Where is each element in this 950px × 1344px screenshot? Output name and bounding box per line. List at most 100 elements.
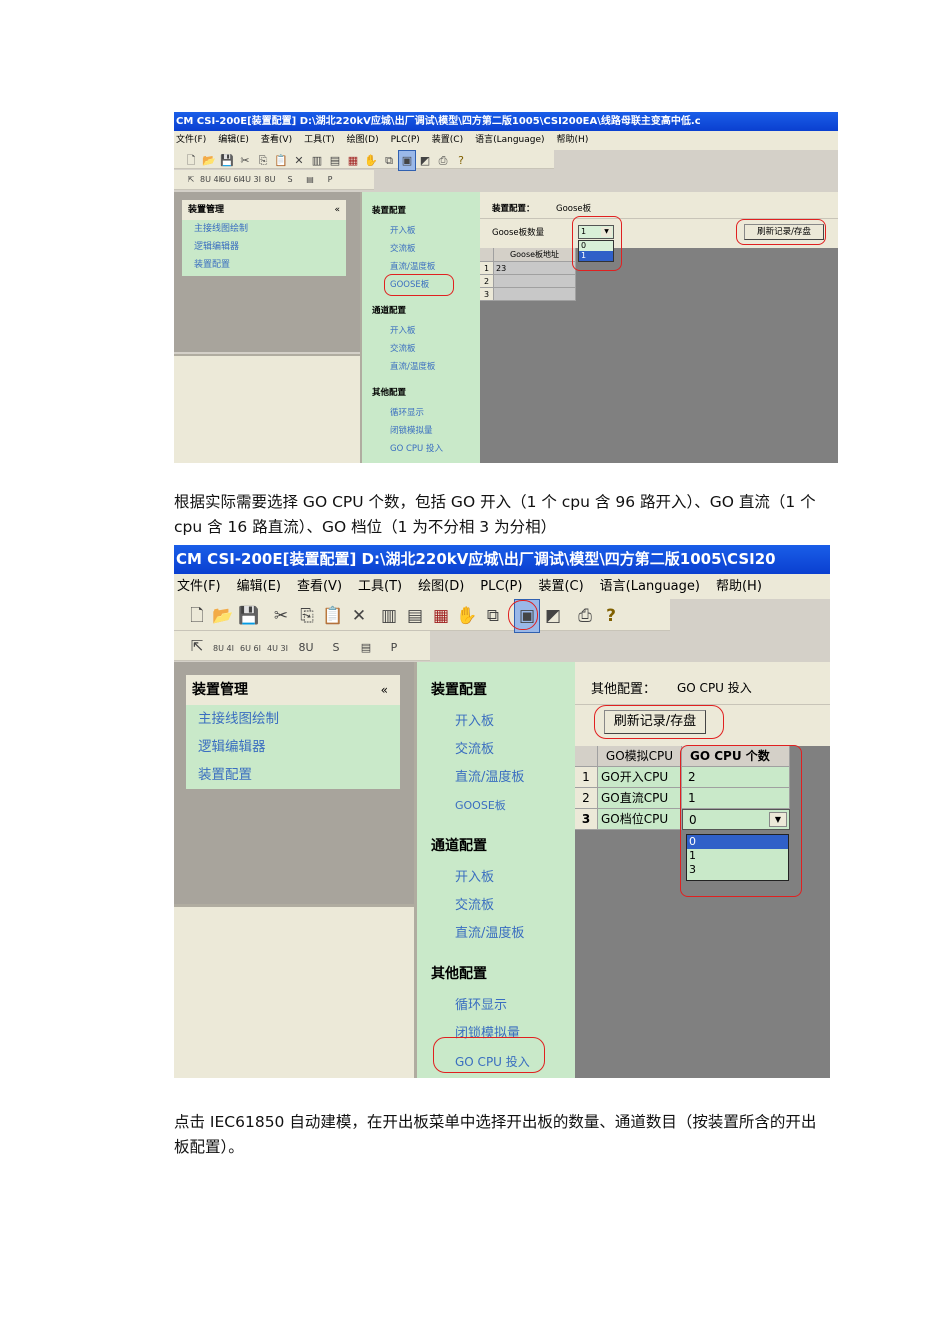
cut-icon[interactable]: ✂ [236, 151, 254, 170]
pointer-icon[interactable]: ⇱ [182, 170, 200, 190]
goose-address-cell[interactable] [494, 275, 576, 288]
tool-8u4i[interactable]: 8U 4I [200, 170, 221, 190]
help-icon[interactable]: ? [452, 151, 470, 170]
item-logic-editor[interactable]: 逻辑编辑器 [198, 733, 400, 761]
nav-item[interactable]: 闭锁模拟量 [372, 422, 480, 440]
nav-item[interactable]: 直流/温度板 [431, 764, 575, 792]
chart-icon[interactable]: ◩ [416, 151, 434, 170]
open-icon[interactable]: 📂 [200, 151, 218, 170]
nav-item[interactable]: 循环显示 [431, 992, 575, 1020]
device-management-header[interactable]: 装置管理 « [186, 675, 400, 705]
nav-item[interactable]: 开入板 [431, 864, 575, 892]
toolbar-secondary: ⇱8U 4I6U 6I4U 3I8US▤P [174, 170, 374, 190]
menu-draw[interactable]: 绘图(D) [347, 131, 379, 150]
iec61850-model-icon[interactable]: ⧉ [380, 151, 398, 170]
tool-8u[interactable]: 8U [260, 170, 280, 190]
tool-4u3i[interactable]: 4U 3I [264, 634, 291, 664]
menu-plc[interactable]: PLC(P) [391, 131, 420, 150]
tool-8u[interactable]: 8U [291, 633, 321, 663]
open-icon[interactable]: 📂 [210, 600, 236, 632]
row-number: 3 [575, 809, 598, 830]
new-icon[interactable]: 🗋 [182, 151, 200, 170]
collapse-icon[interactable]: « [381, 675, 388, 705]
screenshot-go-cpu-config: CM CSI-200E[装置配置] D:\湖北220kV应城\出厂调试\模型\四… [174, 545, 830, 1078]
nav-item[interactable]: 循环显示 [372, 404, 480, 422]
nav-item[interactable]: 交流板 [372, 340, 480, 358]
menu-edit[interactable]: 编辑(E) [237, 574, 281, 599]
menu-tools[interactable]: 工具(T) [358, 574, 402, 599]
save-icon[interactable]: 💾 [236, 600, 262, 632]
menu-view[interactable]: 查看(V) [297, 574, 342, 599]
save-icon[interactable]: 💾 [218, 151, 236, 170]
menu-language[interactable]: 语言(Language) [600, 574, 700, 599]
tool-s[interactable]: S [280, 170, 300, 190]
nav-item[interactable]: 开入板 [372, 322, 480, 340]
tool-list[interactable]: ▤ [300, 170, 320, 190]
item-device-config[interactable]: 装置配置 [198, 761, 400, 789]
menu-view[interactable]: 查看(V) [261, 131, 292, 150]
cut-icon[interactable]: ✂ [268, 600, 294, 632]
nav-item[interactable]: 直流/温度板 [372, 358, 480, 376]
item-main-wiring[interactable]: 主接线图绘制 [198, 705, 400, 733]
tool-8u4i[interactable]: 8U 4I [210, 634, 237, 664]
print-icon[interactable]: ⎙ [572, 600, 598, 632]
goose-address-cell[interactable] [494, 288, 576, 301]
menu-device[interactable]: 装置(C) [538, 574, 583, 599]
chart-icon[interactable]: ◩ [540, 600, 566, 632]
hand-icon[interactable]: ✋ [454, 600, 480, 632]
item-device-config[interactable]: 装置配置 [194, 256, 346, 274]
table-icon[interactable]: ▦ [428, 600, 454, 632]
instruction-paragraph-2: 点击 IEC61850 自动建模，在开出板菜单中选择开出板的数量、通道数目（按装… [174, 1113, 817, 1156]
tool-p[interactable]: P [320, 170, 340, 190]
device-management-list: 主接线图绘制 逻辑编辑器 装置配置 [186, 705, 400, 789]
device-view-icon[interactable]: ▣ [398, 150, 416, 171]
nav-item[interactable]: 开入板 [431, 708, 575, 736]
tool-6u6i[interactable]: 6U 6I [220, 170, 241, 190]
nav-item[interactable]: GO CPU 投入 [372, 440, 480, 458]
tool-s[interactable]: S [321, 633, 351, 663]
nav-item[interactable]: 交流板 [372, 240, 480, 258]
item-logic-editor[interactable]: 逻辑编辑器 [194, 238, 346, 256]
tool-4u3i[interactable]: 4U 3I [240, 170, 261, 190]
align-icon[interactable]: ▥ [376, 600, 402, 632]
goose-address-cell[interactable]: 23 [494, 262, 576, 275]
menu-device[interactable]: 装置(C) [432, 131, 463, 150]
menu-draw[interactable]: 绘图(D) [418, 574, 464, 599]
tool-list[interactable]: ▤ [351, 633, 381, 663]
iec61850-model-icon[interactable]: ⧉ [480, 600, 506, 632]
nav-item[interactable]: 开入板 [372, 222, 480, 240]
menu-tools[interactable]: 工具(T) [304, 131, 335, 150]
paste-icon[interactable]: 📋 [320, 600, 346, 632]
hand-icon[interactable]: ✋ [362, 151, 380, 170]
menu-help[interactable]: 帮助(H) [557, 131, 589, 150]
help-icon[interactable]: ? [598, 600, 624, 632]
menu-language[interactable]: 语言(Language) [475, 131, 544, 150]
nav-item[interactable]: GOOSE板 [431, 792, 575, 820]
device-management-header[interactable]: 装置管理 « [182, 200, 346, 220]
nav-item[interactable]: 直流/温度板 [431, 920, 575, 948]
copy-icon[interactable]: ⎘ [294, 600, 320, 632]
delete-icon[interactable]: ✕ [346, 600, 372, 632]
tool-6u6i[interactable]: 6U 6I [237, 634, 264, 664]
menu-edit[interactable]: 编辑(E) [218, 131, 249, 150]
collapse-icon[interactable]: « [334, 200, 340, 220]
align2-icon[interactable]: ▤ [326, 151, 344, 170]
paste-icon[interactable]: 📋 [272, 151, 290, 170]
nav-item[interactable]: 交流板 [431, 736, 575, 764]
new-icon[interactable]: 🗋 [184, 600, 210, 632]
menu-help[interactable]: 帮助(H) [716, 574, 762, 599]
menu-file[interactable]: 文件(F) [177, 574, 221, 599]
menu-file[interactable]: 文件(F) [176, 131, 206, 150]
pointer-icon[interactable]: ⇱ [184, 631, 210, 661]
table-icon[interactable]: ▦ [344, 151, 362, 170]
item-main-wiring[interactable]: 主接线图绘制 [194, 220, 346, 238]
delete-icon[interactable]: ✕ [290, 151, 308, 170]
nav-item[interactable]: 交流板 [431, 892, 575, 920]
align-icon[interactable]: ▥ [308, 151, 326, 170]
header-label: 装置管理 [188, 205, 225, 215]
print-icon[interactable]: ⎙ [434, 151, 452, 170]
menu-plc[interactable]: PLC(P) [480, 574, 522, 599]
align2-icon[interactable]: ▤ [402, 600, 428, 632]
copy-icon[interactable]: ⎘ [254, 151, 272, 170]
tool-p[interactable]: P [381, 633, 407, 663]
